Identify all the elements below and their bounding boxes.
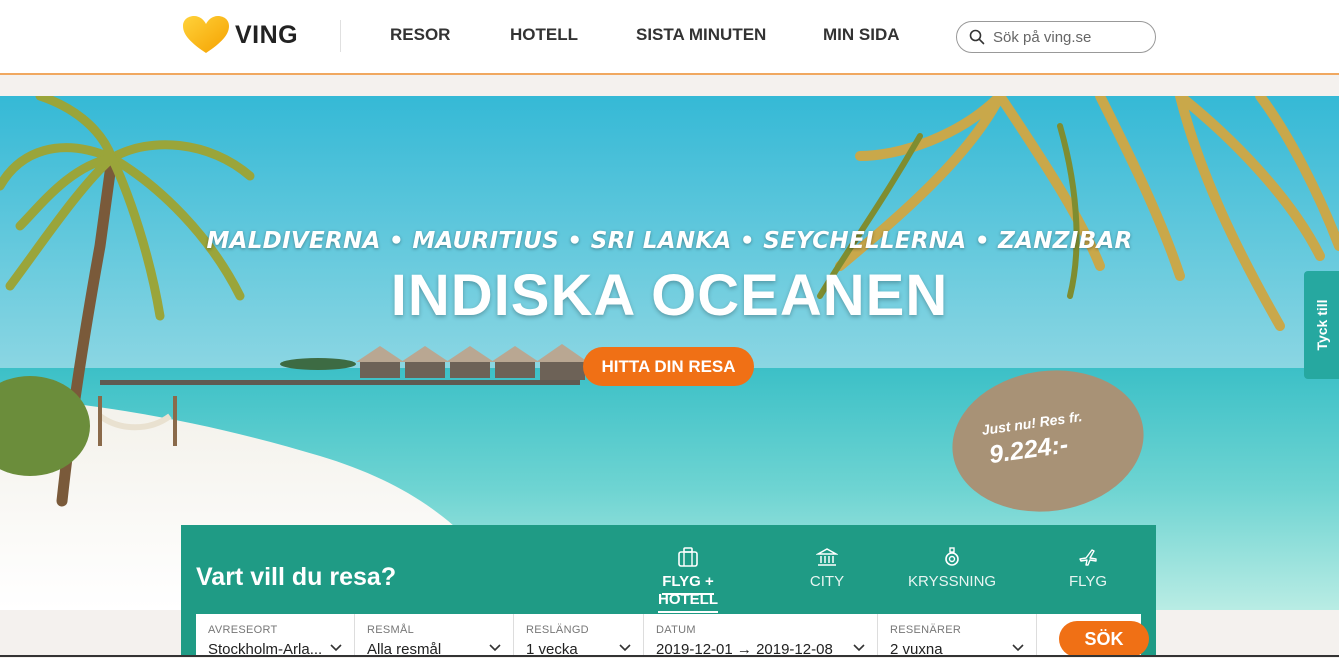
- site-header: VING RESOR HOTELL SISTA MINUTEN MIN SIDA: [0, 0, 1339, 75]
- chevron-down-icon: [1012, 644, 1024, 652]
- chevron-down-icon: [619, 644, 631, 652]
- header-divider: [340, 20, 341, 52]
- duration-field[interactable]: RESLÄNGD 1 vecka: [514, 614, 644, 658]
- nav-hotell[interactable]: HOTELL: [510, 25, 578, 45]
- date-field[interactable]: DATUM 2019-12-01 → 2019-12-08: [644, 614, 878, 658]
- tab-city[interactable]: CITY: [791, 547, 863, 591]
- field-label: RESLÄNGD: [526, 624, 589, 636]
- tab-label: FLYG + HOTELL: [658, 573, 718, 613]
- building-icon: [816, 548, 838, 566]
- logo-text: VING: [235, 20, 299, 49]
- field-label: RESMÅL: [367, 624, 415, 636]
- feedback-label: Tyck till: [1313, 299, 1330, 351]
- price-badge-label: Just nu! Res fr.: [980, 408, 1084, 439]
- tab-label: CITY: [809, 573, 845, 590]
- heart-logo-icon: [183, 16, 229, 53]
- suitcase-icon: [678, 547, 698, 567]
- search-button[interactable]: SÖK: [1059, 621, 1149, 657]
- search-input[interactable]: [993, 28, 1143, 46]
- search-fields: AVRESEORT Stockholm-Arla... RESMÅL Alla …: [196, 614, 1149, 658]
- booking-title: Vart vill du resa?: [196, 563, 397, 591]
- destination-field[interactable]: RESMÅL Alla resmål: [355, 614, 514, 658]
- price-badge-price: 9.224:-: [987, 430, 1070, 470]
- hero-destinations: MALDIVERNA • MAURITIUS • SRI LANKA • SEY…: [206, 228, 1133, 254]
- travelers-field[interactable]: RESENÄRER 2 vuxna: [878, 614, 1037, 658]
- lifebuoy-icon: [945, 547, 959, 566]
- tab-flyg[interactable]: FLYG: [1059, 547, 1117, 591]
- hero-title: INDISKA OCEANEN: [390, 263, 949, 328]
- find-trip-button[interactable]: HITTA DIN RESA: [583, 347, 754, 386]
- airplane-icon: [1079, 549, 1097, 566]
- chevron-down-icon: [853, 644, 865, 652]
- tab-flyg-hotell[interactable]: FLYG + HOTELL: [636, 547, 740, 613]
- nav-sista-minuten[interactable]: SISTA MINUTEN: [636, 25, 766, 45]
- tab-kryssning[interactable]: KRYSSNING: [908, 547, 996, 591]
- nav-min-sida[interactable]: MIN SIDA: [823, 25, 900, 45]
- ving-logo[interactable]: VING: [181, 15, 298, 55]
- departure-field[interactable]: AVRESEORT Stockholm-Arla...: [196, 614, 355, 658]
- feedback-tab[interactable]: Tyck till: [1304, 271, 1339, 379]
- tab-label: KRYSSNING: [908, 573, 997, 590]
- tab-label: FLYG: [1068, 573, 1108, 590]
- nav-resor[interactable]: RESOR: [390, 25, 450, 45]
- site-search[interactable]: [956, 21, 1156, 53]
- search-icon: [969, 29, 985, 45]
- booking-panel: Vart vill du resa? FLYG + HOTELL CITY KR…: [181, 525, 1156, 658]
- chevron-down-icon: [330, 644, 342, 652]
- field-label: AVRESEORT: [208, 624, 278, 636]
- field-label: RESENÄRER: [890, 624, 962, 636]
- field-label: DATUM: [656, 624, 696, 636]
- chevron-down-icon: [489, 644, 501, 652]
